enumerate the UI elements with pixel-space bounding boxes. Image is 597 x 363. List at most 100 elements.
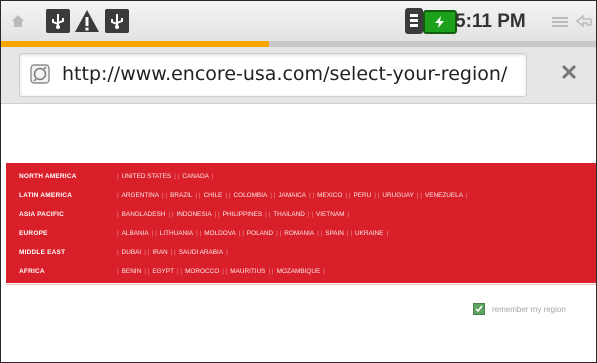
country-link[interactable]: VENEZUELA (423, 192, 465, 199)
country-list: | ARGENTINA | | BRAZIL | | CHILE | | COLOMBIA | … (116, 192, 469, 199)
country-link[interactable]: MOZAMBIQUE (275, 268, 323, 275)
country-link[interactable]: ARGENTINA (120, 192, 161, 199)
country-link[interactable]: SPAIN (323, 230, 346, 237)
country-link[interactable]: ALBANIA (120, 230, 151, 237)
separator: | | (416, 191, 422, 199)
usb-icon (105, 9, 129, 33)
region-name: AFRICA (19, 267, 45, 275)
region-name: MIDDLE EAST (19, 248, 66, 256)
country-list: | DUBAI | | IRAN | | SAUDI ARABIA | (116, 249, 229, 256)
separator: | | (238, 229, 244, 237)
country-link[interactable]: MOLDOVA (202, 230, 238, 237)
remember-region[interactable]: remember my region (473, 303, 566, 315)
remember-label: remember my region (492, 304, 566, 314)
page-content: NORTH AMERICA | UNITED STATES | | CANADA | LAT… (1, 104, 596, 362)
separator: | | (268, 267, 274, 275)
separator: | | (307, 210, 313, 218)
country-link[interactable]: UKRAINE (353, 230, 385, 237)
browser-window: 5:11 PM http://www.encore-usa.com/select… (0, 0, 597, 363)
close-icon (561, 64, 577, 84)
separator: | | (161, 191, 168, 199)
separator: | | (151, 229, 157, 237)
separator: | (347, 210, 350, 218)
country-link[interactable]: PERU (352, 192, 374, 199)
separator: | | (309, 191, 315, 199)
separator: | (323, 267, 325, 275)
separator: | | (276, 229, 282, 237)
country-list: | UNITED STATES | | CANADA | (116, 173, 215, 180)
home-icon[interactable] (11, 14, 25, 28)
url-field[interactable]: http://www.encore-usa.com/select-your-re… (19, 53, 527, 97)
country-link[interactable]: MEXICO (315, 192, 344, 199)
separator: | | (176, 267, 183, 275)
status-bar: 5:11 PM (1, 1, 596, 42)
country-list: | BANGLADESH | | INDONESIA | | PHILIPPINES | |… (116, 211, 350, 218)
country-link[interactable]: URUGUAY (380, 192, 415, 199)
separator: | | (144, 267, 150, 275)
region-row: LATIN AMERICA | ARGENTINA | | BRAZIL | | CHILE… (6, 187, 596, 203)
country-link[interactable]: MAURITIUS (228, 268, 267, 275)
country-link[interactable]: DUBAI (120, 249, 144, 256)
country-link[interactable]: EGYPT (150, 268, 176, 275)
country-link[interactable]: BENIN (120, 268, 144, 275)
country-link[interactable]: SAUDI ARABIA (177, 249, 225, 256)
separator: | | (317, 229, 323, 237)
checkbox-checked-icon[interactable] (473, 303, 485, 315)
menu-icon[interactable] (552, 17, 568, 27)
region-row: AFRICA | BENIN | | EGYPT | | MOROCCO | | MAURITI… (6, 263, 596, 279)
country-link[interactable]: JAMAICA (276, 192, 308, 199)
country-link[interactable]: POLAND (245, 230, 275, 237)
country-list: | ALBANIA | | LITHUANIA | | MOLDOVA | | POLAND |… (116, 230, 389, 237)
region-row: MIDDLE EAST | DUBAI | | IRAN | | SAUDI ARABIA | (6, 244, 596, 260)
separator: | | (225, 191, 231, 199)
separator: | | (170, 248, 176, 256)
separator: | | (265, 210, 271, 218)
separator: | | (174, 172, 180, 180)
region-name: ASIA PACIFIC (19, 210, 65, 218)
region-row: ASIA PACIFIC | BANGLADESH | | INDONESIA | | PH… (6, 206, 596, 222)
phone-signal-icon (405, 8, 423, 34)
separator: | | (196, 229, 202, 237)
region-row: EUROPE | ALBANIA | | LITHUANIA | | MOLDOVA | | P… (6, 225, 596, 241)
country-link[interactable]: IRAN (150, 249, 169, 256)
country-link[interactable]: BANGLADESH (120, 211, 168, 218)
stop-button[interactable] (549, 53, 589, 95)
battery-charging-icon (423, 10, 457, 34)
country-list: | BENIN | | EGYPT | | MOROCCO | | MAURITIUS | | M… (116, 268, 326, 275)
region-name: LATIN AMERICA (19, 191, 73, 199)
region-name: NORTH AMERICA (19, 172, 77, 180)
url-bar: http://www.encore-usa.com/select-your-re… (1, 47, 596, 104)
separator: | | (144, 248, 150, 256)
globe-icon (30, 64, 50, 84)
country-link[interactable]: INDONESIA (174, 211, 213, 218)
country-link[interactable]: MOROCCO (183, 268, 221, 275)
separator: | | (214, 210, 220, 218)
separator: | | (345, 191, 351, 199)
separator: | (386, 229, 389, 237)
back-icon[interactable] (575, 13, 593, 33)
country-link[interactable]: THAILAND (271, 211, 307, 218)
country-link[interactable]: UNITED STATES (120, 173, 173, 180)
divider (6, 284, 596, 285)
separator: | | (168, 210, 174, 218)
country-link[interactable]: LITHUANIA (158, 230, 195, 237)
region-row: NORTH AMERICA | UNITED STATES | | CANADA | (6, 168, 596, 184)
country-link[interactable]: BRAZIL (168, 192, 194, 199)
separator: | (211, 172, 214, 180)
warning-icon (74, 9, 100, 33)
country-link[interactable]: CANADA (180, 173, 211, 180)
country-link[interactable]: CHILE (202, 192, 225, 199)
country-link[interactable]: VIETNAM (314, 211, 346, 218)
region-panel: NORTH AMERICA | UNITED STATES | | CANADA | LAT… (6, 163, 596, 283)
usb-icon (46, 9, 70, 33)
separator: | (226, 248, 228, 256)
url-text: http://www.encore-usa.com/select-your-re… (62, 63, 508, 85)
separator: | | (374, 191, 380, 199)
separator: | | (222, 267, 228, 275)
country-link[interactable]: ROMANIA (282, 230, 316, 237)
region-name: EUROPE (19, 229, 48, 237)
separator: | | (346, 229, 353, 237)
country-link[interactable]: PHILIPPINES (221, 211, 264, 218)
country-link[interactable]: COLOMBIA (232, 192, 270, 199)
separator: | (465, 191, 468, 199)
